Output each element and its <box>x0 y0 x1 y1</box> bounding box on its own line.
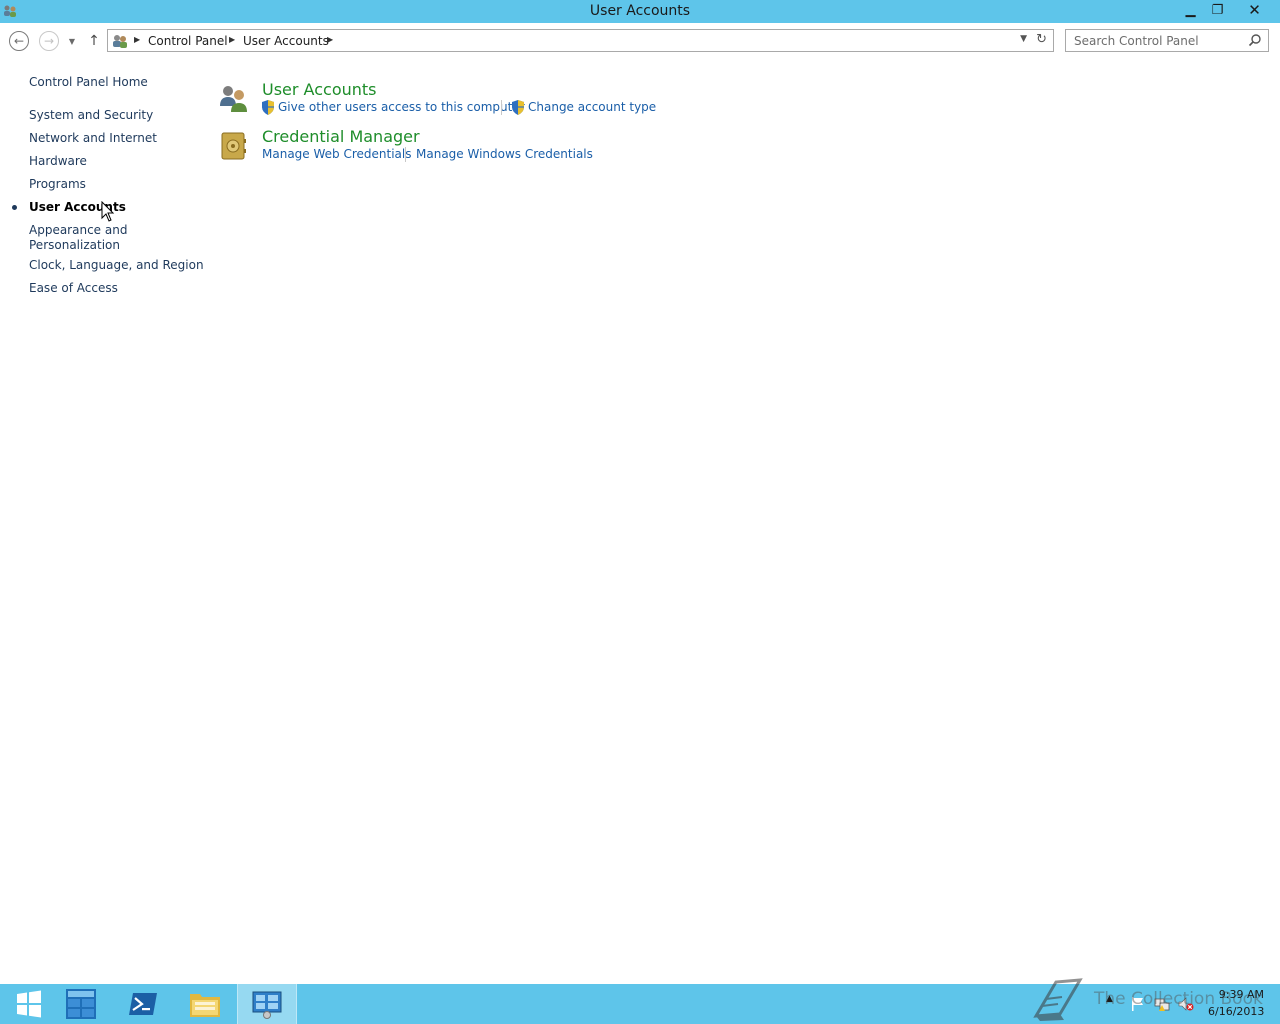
sidebar-item-system-and-security[interactable]: System and Security <box>29 108 153 123</box>
clock-time[interactable]: 9:39 AM <box>1214 988 1264 1001</box>
powershell-button[interactable] <box>114 984 172 1024</box>
users-icon[interactable] <box>218 82 250 114</box>
sidebar-item-control-panel-home[interactable]: Control Panel Home <box>29 75 148 90</box>
search-input[interactable] <box>1066 30 1252 51</box>
breadcrumb-separator[interactable]: ▶ <box>229 35 235 44</box>
recent-locations-button[interactable]: ▼ <box>65 33 79 49</box>
breadcrumb-control-panel[interactable]: Control Panel <box>148 34 228 48</box>
shield-icon <box>512 100 524 115</box>
sidebar-item-hardware[interactable]: Hardware <box>29 154 87 169</box>
sidebar-item-network-and-internet[interactable]: Network and Internet <box>29 131 157 146</box>
window-title: User Accounts <box>589 3 691 19</box>
forward-button[interactable]: → <box>39 31 59 51</box>
powershell-icon <box>129 993 157 1015</box>
sidebar-item-appearance-line2[interactable]: Personalization <box>29 238 120 253</box>
breadcrumb-user-accounts[interactable]: User Accounts <box>243 34 329 48</box>
watermark-book-icon <box>1033 978 1083 1021</box>
control-panel-icon <box>252 991 282 1019</box>
vault-icon[interactable] <box>218 129 250 161</box>
forward-arrow-icon: → <box>43 34 55 48</box>
change-account-type-link[interactable]: Change account type <box>528 100 656 114</box>
start-icon <box>17 990 41 1018</box>
give-users-access-link[interactable]: Give other users access to this computer <box>278 100 525 114</box>
maximize-button[interactable]: ❐ <box>1204 0 1231 20</box>
breadcrumb-separator[interactable]: ▶ <box>134 35 140 44</box>
title-bar[interactable]: User Accounts ▁ ❐ ✕ <box>0 0 1280 23</box>
link-divider <box>501 100 502 115</box>
back-button[interactable]: ← <box>9 31 29 51</box>
sidebar-item-ease-of-access[interactable]: Ease of Access <box>29 281 118 296</box>
active-bullet-icon <box>12 205 17 210</box>
sidebar-item-appearance-line1[interactable]: Appearance and <box>29 223 127 238</box>
up-button[interactable]: ↑ <box>86 31 102 51</box>
file-explorer-button[interactable] <box>176 984 234 1024</box>
minimize-button[interactable]: ▁ <box>1177 0 1204 20</box>
category-title-credential-manager[interactable]: Credential Manager <box>262 127 420 146</box>
manage-windows-credentials-link[interactable]: Manage Windows Credentials <box>416 147 593 161</box>
link-divider <box>405 147 406 162</box>
control-panel-icon <box>113 35 127 48</box>
address-dropdown-icon[interactable]: ▼ <box>1020 34 1027 44</box>
start-button[interactable] <box>0 984 58 1024</box>
file-explorer-icon <box>190 994 220 1017</box>
address-bar[interactable]: ▶ Control Panel ▶ User Accounts ▶ ▼ ↻ <box>107 29 1054 52</box>
up-arrow-icon: ↑ <box>88 33 100 49</box>
breadcrumb-separator[interactable]: ▶ <box>327 35 333 44</box>
category-title-user-accounts[interactable]: User Accounts <box>262 80 377 99</box>
search-box[interactable] <box>1065 29 1269 52</box>
chevron-down-icon: ▼ <box>68 36 76 46</box>
clock-date[interactable]: 6/16/2013 <box>1208 1005 1264 1018</box>
search-icon[interactable] <box>1248 33 1262 47</box>
control-panel-taskbar-button[interactable] <box>237 983 297 1024</box>
server-manager-icon <box>66 989 96 1019</box>
mouse-cursor-icon <box>101 201 115 222</box>
shield-icon <box>262 100 274 115</box>
sidebar-item-clock-language-region[interactable]: Clock, Language, and Region <box>29 258 204 273</box>
close-button[interactable]: ✕ <box>1231 0 1278 20</box>
sidebar-item-programs[interactable]: Programs <box>29 177 86 192</box>
manage-web-credentials-link[interactable]: Manage Web Credentials <box>262 147 411 161</box>
server-manager-button[interactable] <box>52 984 110 1024</box>
taskbar: ▲ <box>0 983 1280 1024</box>
refresh-icon[interactable]: ↻ <box>1036 32 1047 47</box>
back-arrow-icon: ← <box>13 34 25 48</box>
